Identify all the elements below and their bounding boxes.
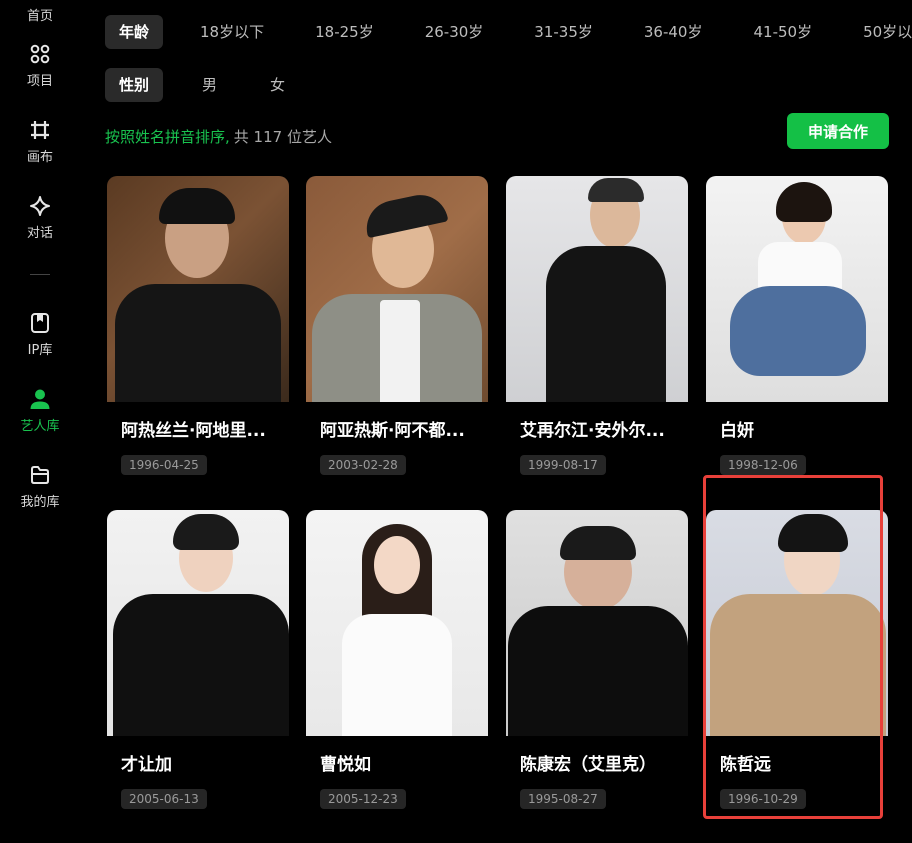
sidebar-item-label: IP库	[27, 343, 53, 358]
sidebar-item-home[interactable]: 首页	[0, 0, 80, 24]
artist-birthdate: 2003-02-28	[320, 455, 406, 475]
artist-photo	[107, 510, 289, 736]
artist-count: 共 117 位艺人	[233, 128, 332, 146]
age-filter: 年龄 18岁以下 18-25岁 26-30岁 31-35岁 36-40岁 41-…	[105, 15, 912, 49]
age-option[interactable]: 18岁以下	[186, 15, 278, 49]
artist-photo	[506, 176, 688, 402]
sidebar-item-my-library[interactable]: 我的库	[0, 464, 80, 510]
artist-photo	[706, 176, 888, 402]
artist-photo	[107, 176, 289, 402]
artist-birthdate: 1996-04-25	[121, 455, 207, 475]
sidebar-item-chat[interactable]: 对话	[0, 195, 80, 241]
sidebar-divider	[30, 274, 50, 275]
sidebar-item-label: 我的库	[20, 495, 60, 510]
artist-birthdate: 2005-06-13	[121, 789, 207, 809]
artist-birthdate: 1998-12-06	[720, 455, 806, 475]
sidebar-item-label: 项目	[26, 74, 53, 89]
gender-option-female[interactable]: 女	[256, 68, 299, 102]
sidebar-item-label: 首页	[26, 9, 53, 24]
grid-icon	[29, 43, 51, 65]
artist-card[interactable]: 阿亚热斯·阿不都... 2003-02-28	[306, 176, 488, 475]
artist-photo	[706, 510, 888, 736]
artist-birthdate: 1996-10-29	[720, 789, 806, 809]
artist-birthdate: 1995-08-27	[520, 789, 606, 809]
artist-card[interactable]: 白妍 1998-12-06	[706, 176, 888, 475]
artist-birthdate: 1999-08-17	[520, 455, 606, 475]
artist-name: 阿亚热斯·阿不都...	[320, 421, 465, 441]
sidebar-item-projects[interactable]: 项目	[0, 43, 80, 89]
gender-option-male[interactable]: 男	[188, 68, 231, 102]
sidebar-item-canvas[interactable]: 画布	[0, 119, 80, 165]
artist-name: 白妍	[720, 421, 754, 441]
age-option[interactable]: 41-50岁	[739, 15, 826, 49]
artist-photo	[506, 510, 688, 736]
artist-card[interactable]: 阿热丝兰·阿地里... 1996-04-25	[107, 176, 289, 475]
gender-filter: 性别 男 女	[105, 68, 314, 102]
folder-icon	[29, 464, 51, 486]
artist-name: 阿热丝兰·阿地里...	[121, 421, 266, 441]
person-icon	[29, 388, 51, 410]
artist-card[interactable]: 曹悦如 2005-12-23	[306, 510, 488, 809]
artist-name: 才让加	[121, 755, 172, 775]
artist-photo	[306, 176, 488, 402]
age-option[interactable]: 18-25岁	[301, 15, 388, 49]
sidebar-item-ip[interactable]: IP库	[0, 312, 80, 358]
age-option[interactable]: 36-40岁	[630, 15, 717, 49]
sidebar-item-label: 艺人库	[20, 419, 60, 434]
sidebar-item-label: 对话	[26, 226, 53, 241]
artist-birthdate: 2005-12-23	[320, 789, 406, 809]
artist-name: 陈康宏（艾里克）	[520, 755, 656, 775]
sidebar-item-artists[interactable]: 艺人库	[0, 388, 80, 434]
artist-photo	[306, 510, 488, 736]
gender-filter-label: 性别	[105, 68, 164, 102]
artist-name: 陈哲远	[720, 755, 771, 775]
sparkle-icon	[29, 195, 51, 217]
sort-order-text: 按照姓名拼音排序,	[105, 128, 230, 146]
sort-info: 按照姓名拼音排序, 共 117 位艺人	[105, 126, 332, 147]
artist-name: 曹悦如	[320, 755, 371, 775]
artist-card[interactable]: 艾再尔江·安外尔... 1999-08-17	[506, 176, 688, 475]
age-filter-label: 年龄	[105, 15, 164, 49]
sidebar-item-label: 画布	[26, 150, 53, 165]
age-option[interactable]: 50岁以上	[849, 15, 912, 49]
crop-icon	[29, 119, 51, 141]
artist-name: 艾再尔江·安外尔...	[520, 421, 665, 441]
bookmark-icon	[29, 312, 51, 334]
artist-card[interactable]: 陈康宏（艾里克） 1995-08-27	[506, 510, 688, 809]
age-option[interactable]: 31-35岁	[520, 15, 607, 49]
age-option[interactable]: 26-30岁	[411, 15, 498, 49]
sidebar: 首页 项目 画布 对话 IP库 艺人库 我的库	[0, 0, 80, 843]
apply-cooperation-button[interactable]: 申请合作	[787, 113, 889, 149]
artist-card[interactable]: 才让加 2005-06-13	[107, 510, 289, 809]
artist-card[interactable]: 陈哲远 1996-10-29	[706, 510, 888, 809]
